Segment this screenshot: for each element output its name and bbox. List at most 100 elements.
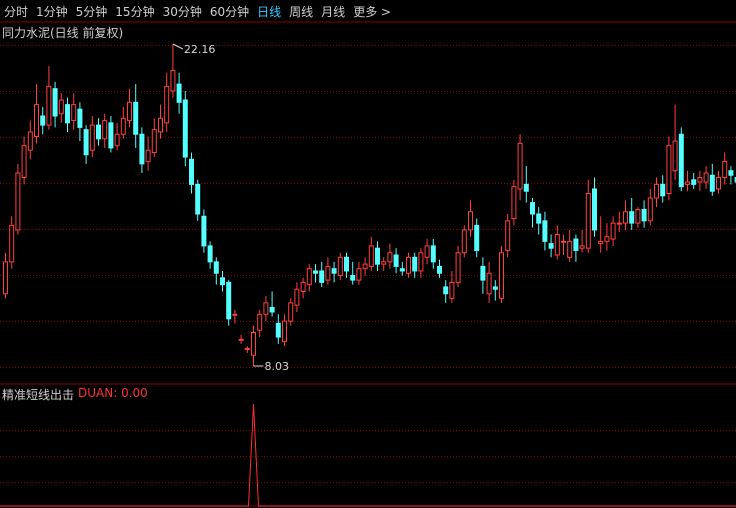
candle [375, 241, 380, 271]
candle [201, 209, 207, 253]
candle [21, 136, 27, 185]
candle [275, 314, 281, 344]
candle [189, 152, 194, 194]
candle [108, 116, 114, 153]
candle [213, 257, 219, 285]
candle [430, 239, 436, 269]
candle [3, 252, 8, 299]
candle [133, 84, 139, 148]
candle [164, 72, 170, 132]
candle [362, 257, 368, 276]
candle [635, 207, 641, 228]
candle [424, 239, 430, 265]
candle [288, 298, 294, 326]
candle [232, 309, 238, 324]
candle [257, 309, 263, 338]
candle [418, 248, 424, 278]
candle [319, 261, 325, 287]
candle [616, 211, 622, 233]
candle [251, 325, 256, 366]
candle [461, 225, 467, 258]
candle [598, 216, 604, 253]
candle [399, 261, 405, 276]
candle [344, 252, 349, 278]
candle [629, 198, 635, 230]
candle [9, 216, 15, 269]
candle [263, 296, 269, 322]
candle [350, 261, 356, 285]
candle [486, 261, 492, 303]
candle [548, 234, 554, 258]
candle [703, 166, 709, 189]
candle [306, 264, 312, 292]
candle [282, 314, 287, 347]
candle [120, 106, 126, 139]
candle [561, 234, 566, 256]
candle [27, 120, 33, 160]
candle [517, 134, 523, 201]
candle [536, 207, 542, 235]
candle [660, 175, 666, 203]
candle [151, 118, 157, 158]
candle [96, 118, 101, 146]
candle [207, 241, 213, 269]
candle [654, 177, 659, 208]
candle [381, 257, 387, 271]
candle [40, 106, 46, 135]
candle [623, 200, 628, 230]
candle [573, 234, 579, 262]
candle [300, 277, 306, 299]
candle [176, 72, 182, 114]
candle [443, 280, 449, 303]
candle [666, 136, 672, 201]
candle [678, 127, 684, 192]
candle [604, 223, 610, 251]
candle [269, 291, 275, 317]
candle [65, 97, 70, 132]
candle [77, 102, 83, 142]
candle [579, 229, 585, 253]
candle [195, 179, 201, 221]
candle [474, 218, 480, 258]
candle [412, 252, 418, 278]
candle [127, 88, 132, 128]
candle [145, 136, 151, 171]
candle [709, 163, 715, 196]
candle [337, 252, 343, 281]
candle [238, 334, 244, 344]
candle [530, 198, 535, 228]
candle [567, 229, 573, 262]
candle [71, 93, 77, 130]
candle [220, 270, 225, 292]
candle [492, 280, 498, 301]
candle [585, 179, 591, 253]
candle [89, 116, 95, 158]
candle [226, 280, 232, 326]
candle [244, 346, 250, 354]
candle [691, 172, 697, 189]
duan-line [0, 403, 736, 507]
candle [158, 104, 163, 139]
candle [592, 177, 597, 237]
candle [406, 252, 411, 278]
candle [139, 127, 145, 173]
high-pointer [172, 43, 184, 50]
candle [468, 200, 473, 237]
candle [480, 257, 486, 294]
candle [697, 170, 703, 192]
chart-canvas[interactable]: 22.16 8.03 [0, 0, 736, 508]
candle [716, 170, 721, 194]
candle [455, 245, 461, 287]
candle [511, 179, 517, 226]
annotations: 22.16 8.03 [172, 43, 290, 373]
candle [182, 90, 188, 167]
candle [610, 216, 616, 246]
candle [672, 104, 678, 180]
candle [722, 152, 728, 185]
candle [393, 248, 399, 274]
candle [102, 113, 108, 148]
candle [505, 214, 511, 258]
low-price-label: 8.03 [265, 360, 290, 373]
candle [15, 163, 21, 235]
candle [685, 170, 690, 192]
